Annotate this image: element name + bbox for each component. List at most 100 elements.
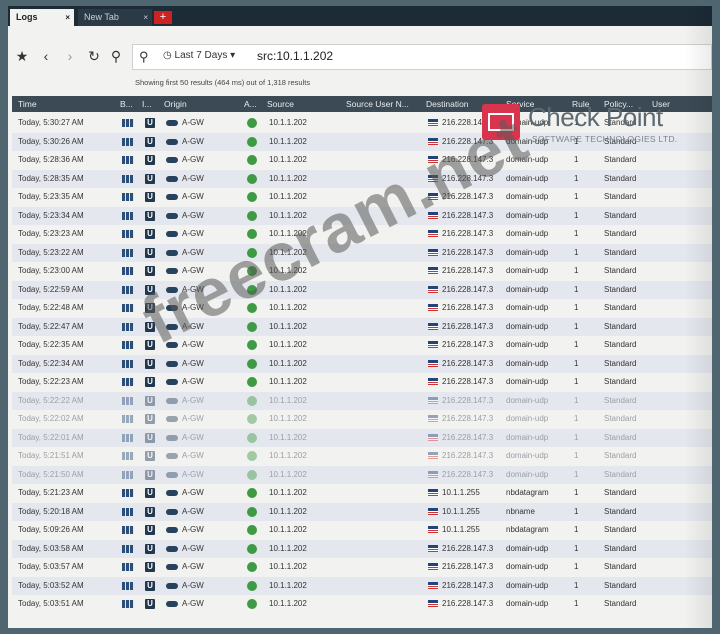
table-row[interactable]: Today, 5:22:48 AM U A-GW 10.1.1.202 216.228.… [12, 299, 712, 318]
table-row[interactable]: Today, 5:03:51 AM U A-GW 10.1.1.202 216.228.… [12, 595, 712, 614]
column-destination[interactable]: Destination [426, 96, 469, 112]
column-origin[interactable]: Origin [164, 96, 187, 112]
table-row[interactable]: Today, 5:03:58 AM U A-GW 10.1.1.202 216.228.… [12, 539, 712, 558]
table-row[interactable]: Today, 5:22:02 AM U A-GW 10.1.1.202 216.228.… [12, 410, 712, 429]
accept-action-icon [247, 506, 257, 517]
search-bar[interactable]: ⚲ ◷ Last 7 Days ▾ src:10.1.1.202 [132, 44, 712, 70]
policy-cell: Standard [604, 229, 637, 238]
gateway-icon [166, 379, 178, 385]
accept-action-icon [247, 562, 257, 572]
service-cell: domain-udp [506, 543, 549, 553]
log-type-icon: U [145, 432, 155, 443]
service-cell: nbname [506, 506, 535, 516]
gateway-icon [166, 212, 178, 219]
results-summary: Showing first 50 results (464 ms) out of… [135, 78, 311, 87]
query-options-icon[interactable]: ⚲ [108, 48, 124, 64]
log-type-icon: U [145, 173, 155, 184]
accept-action-icon [247, 192, 257, 202]
service-cell: domain-udp [506, 395, 549, 405]
log-type-icon: U [145, 377, 155, 387]
table-row[interactable]: Today, 5:20:18 AM U A-GW 10.1.1.202 10.1.1.2… [12, 502, 712, 521]
origin-cell: A-GW [182, 543, 204, 553]
time-cell: Today, 5:22:01 AM [18, 432, 84, 442]
table-row[interactable]: Today, 5:21:50 AM U A-GW 10.1.1.202 216.228.… [12, 465, 712, 484]
log-type-icon: U [145, 229, 155, 239]
blade-grid-icon [122, 507, 134, 516]
tab-logs[interactable]: Logs × [10, 9, 74, 26]
destination-cell: 216.228.147.3 [442, 395, 494, 405]
table-row[interactable]: Today, 5:22:35 AM U A-GW 10.1.1.202 216.228.… [12, 336, 712, 355]
column-blade[interactable]: B... [120, 96, 133, 112]
table-row[interactable]: Today, 5:22:23 AM U A-GW 10.1.1.202 216.228.… [12, 373, 712, 392]
tab-new-tab[interactable]: New Tab × [78, 9, 152, 26]
us-flag-icon [428, 359, 438, 367]
close-icon[interactable]: × [143, 9, 148, 26]
column-time[interactable]: Time [18, 96, 37, 112]
source-cell: 10.1.1.202 [269, 562, 307, 571]
table-row[interactable]: Today, 5:23:00 AM U A-GW 10.1.1.202 216.228.… [12, 262, 712, 281]
us-flag-icon [428, 489, 438, 496]
close-icon[interactable]: × [65, 9, 70, 26]
service-cell: domain-udp [506, 303, 549, 312]
table-row[interactable]: Today, 5:22:59 AM U A-GW 10.1.1.202 216.228.… [12, 280, 712, 299]
gateway-icon [166, 194, 178, 200]
blade-grid-icon [122, 230, 134, 238]
table-row[interactable]: Today, 5:21:51 AM U A-GW 10.1.1.202 216.228.… [12, 447, 712, 466]
gateway-icon [166, 120, 178, 126]
column-source-user[interactable]: Source User N... [346, 96, 409, 112]
accept-action-icon [247, 358, 257, 369]
service-cell: domain-udp [506, 414, 549, 423]
policy-cell: Standard [604, 543, 637, 553]
rule-cell: 1 [574, 340, 579, 349]
table-row[interactable]: Today, 5:03:57 AM U A-GW 10.1.1.202 216.228.… [12, 558, 712, 577]
time-filter-dropdown[interactable]: ◷ Last 7 Days ▾ [163, 50, 235, 61]
origin-cell: A-GW [182, 118, 204, 127]
accept-action-icon [247, 469, 257, 480]
accept-action-icon [247, 488, 257, 498]
origin-cell: A-GW [182, 599, 204, 608]
tab-logs-label: Logs [16, 12, 38, 22]
forward-icon[interactable]: › [62, 48, 78, 64]
add-tab-icon[interactable]: + [154, 11, 172, 24]
log-type-icon: U [145, 340, 155, 350]
table-row[interactable]: Today, 5:28:36 AM U A-GW 10.1.1.202 216.228.… [12, 151, 712, 170]
destination-cell: 216.228.147.3 [442, 543, 494, 553]
origin-cell: A-GW [182, 136, 204, 146]
source-cell: 10.1.1.202 [269, 155, 307, 164]
table-row[interactable]: Today, 5:03:52 AM U A-GW 10.1.1.202 216.228.… [12, 576, 712, 595]
time-cell: Today, 5:22:47 AM [18, 321, 84, 331]
column-type[interactable]: I... [142, 96, 151, 112]
accept-action-icon [247, 136, 257, 147]
service-cell: domain-udp [506, 340, 549, 349]
time-cell: Today, 5:23:23 AM [18, 229, 84, 238]
column-source[interactable]: Source [267, 96, 294, 112]
blade-grid-icon [122, 359, 134, 368]
origin-cell: A-GW [182, 229, 204, 238]
star-icon[interactable]: ★ [14, 48, 30, 64]
destination-cell: 216.228.147.3 [442, 414, 494, 423]
table-row[interactable]: Today, 5:22:22 AM U A-GW 10.1.1.202 216.228.… [12, 391, 712, 410]
rule-cell: 1 [574, 432, 579, 442]
log-type-icon: U [145, 525, 155, 535]
table-row[interactable]: Today, 5:22:34 AM U A-GW 10.1.1.202 216.228.… [12, 354, 712, 373]
policy-cell: Standard [604, 321, 637, 331]
table-row[interactable]: Today, 5:22:01 AM U A-GW 10.1.1.202 216.228.… [12, 428, 712, 447]
source-cell: 10.1.1.202 [269, 580, 307, 590]
table-row[interactable]: Today, 5:21:23 AM U A-GW 10.1.1.202 10.1.1.2… [12, 484, 712, 503]
table-row[interactable]: Today, 5:09:26 AM U A-GW 10.1.1.202 10.1.1.2… [12, 521, 712, 540]
service-cell: domain-udp [506, 229, 549, 238]
back-icon[interactable]: ‹ [38, 48, 54, 64]
rule-cell: 1 [574, 173, 579, 183]
us-flag-icon [428, 267, 438, 274]
origin-cell: A-GW [182, 395, 204, 405]
accept-action-icon [247, 451, 257, 461]
source-cell: 10.1.1.202 [269, 340, 307, 349]
rule-cell: 1 [574, 488, 579, 497]
source-cell: 10.1.1.202 [269, 173, 307, 183]
accept-action-icon [247, 377, 257, 387]
policy-cell: Standard [604, 155, 637, 164]
column-action[interactable]: A... [244, 96, 257, 112]
refresh-icon[interactable]: ↻ [86, 48, 102, 64]
table-row[interactable]: Today, 5:22:47 AM U A-GW 10.1.1.202 216.228.… [12, 317, 712, 336]
query-input[interactable]: src:10.1.1.202 [257, 49, 333, 63]
